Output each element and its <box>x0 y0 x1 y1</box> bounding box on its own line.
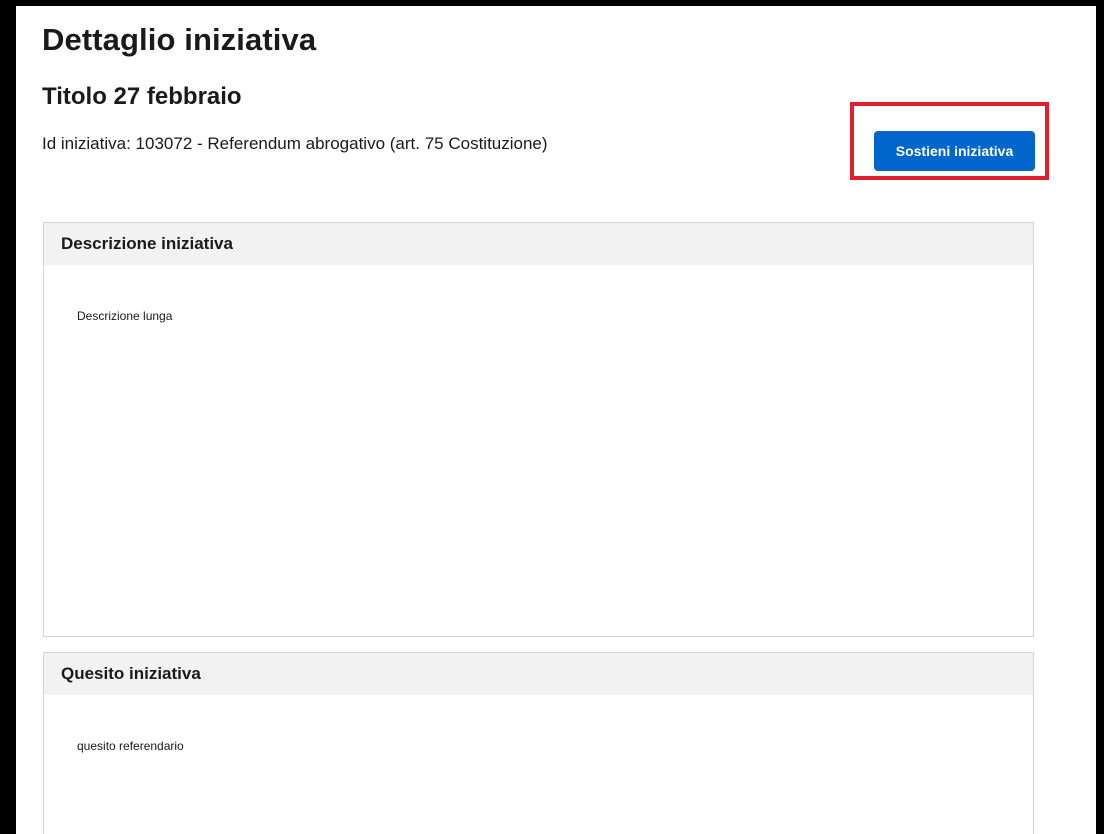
question-card-header: Quesito iniziativa <box>44 653 1033 695</box>
support-initiative-button[interactable]: Sostieni iniziativa <box>874 131 1035 171</box>
description-card-body: Descrizione lunga <box>77 309 173 323</box>
page-title: Dettaglio iniziativa <box>42 22 317 57</box>
initiative-meta: Id iniziativa: 103072 - Referendum abrog… <box>42 134 548 153</box>
question-card: Quesito iniziativa quesito referendario <box>43 652 1034 834</box>
initiative-title: Titolo 27 febbraio <box>42 83 242 110</box>
description-card-header: Descrizione iniziativa <box>44 223 1033 265</box>
question-card-body: quesito referendario <box>77 739 184 753</box>
page-content: Dettaglio iniziativa Titolo 27 febbraio … <box>16 6 1096 834</box>
description-card: Descrizione iniziativa Descrizione lunga <box>43 222 1034 637</box>
